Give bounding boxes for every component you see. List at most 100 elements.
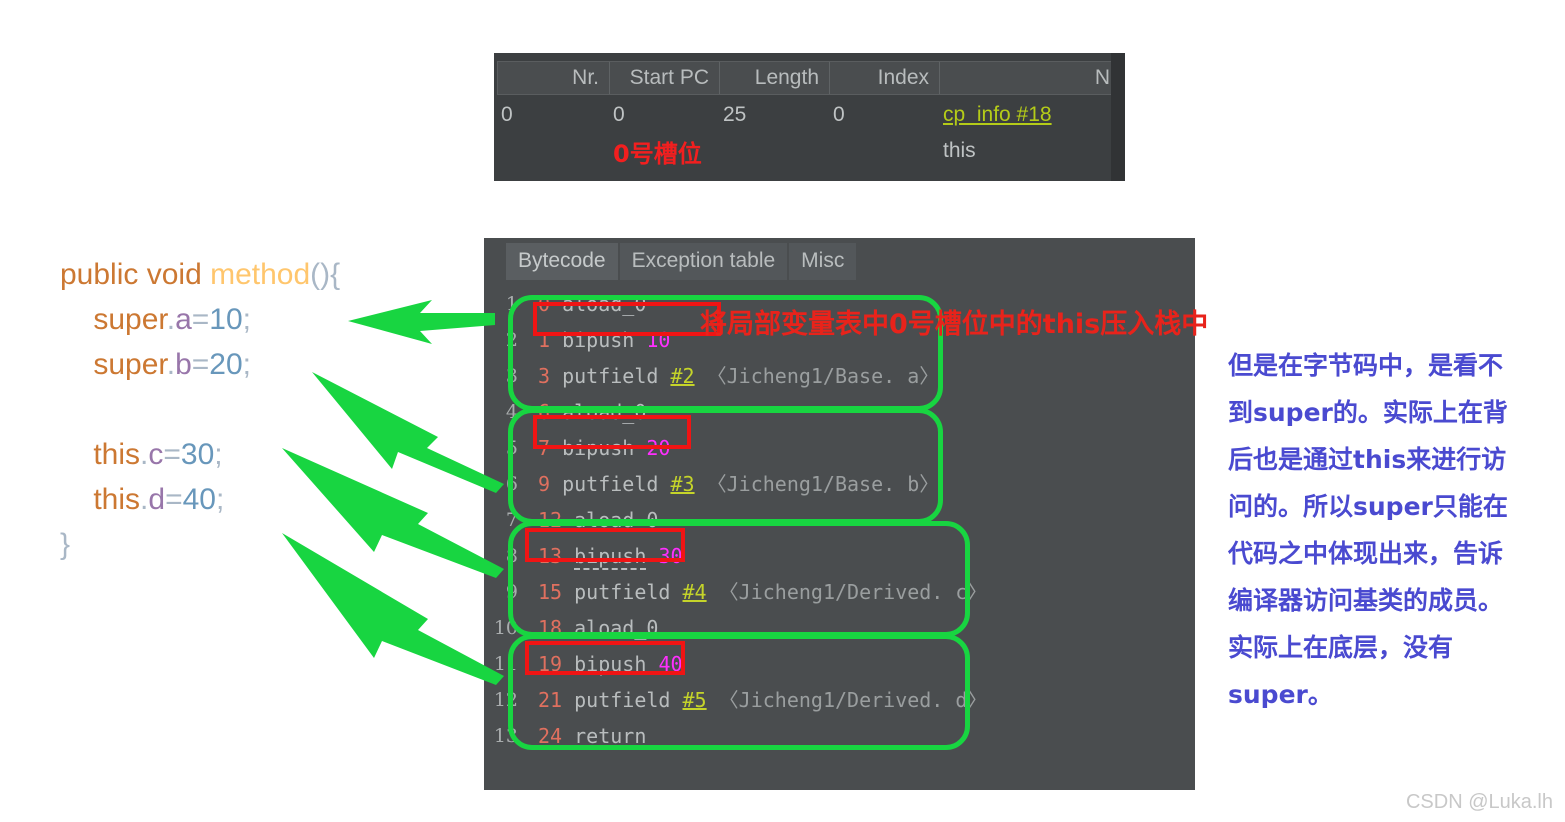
instruction-opcode: aload_0 [562,292,647,316]
gutter-line-number: 2 [505,329,518,351]
column-header-index[interactable]: Index [830,62,940,94]
code-token: } [60,528,71,561]
instruction-opcode: putfield [562,364,659,388]
source-line-7: } [60,522,440,567]
source-line-4 [60,387,440,432]
instruction-offset: 12 [538,508,563,532]
code-token: ; [242,348,252,381]
bytecode-instruction[interactable]: 21 putfield #5 〈Jicheng1/Derived. d〉 [526,682,1195,718]
code-token: . [166,348,176,381]
code-token: = [163,438,181,471]
gutter-line-number: 6 [505,473,518,495]
gutter-line-number: 5 [505,437,518,459]
code-token: a [175,303,192,336]
code-token: = [165,483,183,516]
instruction-literal: 40 [658,652,683,676]
instruction-offset: 0 [538,292,551,316]
instruction-offset: 19 [538,652,563,676]
constant-pool-ref[interactable]: #4 [683,580,707,604]
instruction-offset: 24 [538,724,563,748]
bytecode-instruction[interactable]: 15 putfield #4 〈Jicheng1/Derived. c〉 [526,574,1195,610]
column-header-start-pc[interactable]: Start PC [610,62,720,94]
constant-pool-ref[interactable]: #2 [670,364,694,388]
source-line-1: public void method(){ [60,252,440,297]
bytecode-instruction[interactable]: 18 aload_0 [526,610,1195,646]
code-token: b [175,348,192,381]
instruction-descriptor: 〈Jicheng1/Base. b〉 [706,472,940,496]
gutter-line-number: 3 [505,365,518,387]
constant-pool-ref[interactable]: #3 [670,472,694,496]
bytecode-instruction[interactable]: 7 bipush 20 [526,430,1195,466]
annotation-slot-label: 0号槽位 [613,139,702,168]
gutter-line-number: 9 [505,581,518,603]
bytecode-instruction[interactable]: 24 return [526,718,1195,754]
cell-nr: 0 [501,103,513,126]
code-token: 40 [182,483,216,516]
tab-exception-table[interactable]: Exception table [619,243,788,280]
code-token: public void [60,258,211,291]
bytecode-instruction[interactable]: 19 bipush 40 [526,646,1195,682]
source-line-3: super.b=20; [60,342,440,387]
code-token: this [93,483,141,516]
gutter-line-number: 13 [493,725,518,747]
source-line-6: this.d=40; [60,477,440,522]
instruction-descriptor: 〈Jicheng1/Base. a〉 [706,364,940,388]
instruction-offset: 13 [538,544,563,568]
code-token: 20 [209,348,243,381]
cp-info-link[interactable]: cp_info #18 [943,103,1052,126]
instruction-opcode: putfield [574,580,671,604]
code-token: 30 [180,438,215,471]
code-token: = [191,303,210,336]
instruction-opcode: putfield [574,688,671,712]
bytecode-instruction[interactable]: 12 aload_0 [526,502,1195,538]
bytecode-instruction[interactable]: 13 bipush 30 [526,538,1195,574]
cell-length: 25 [723,103,747,126]
bytecode-instruction-list: 0 aload_0 1 bipush 10 3 putfield #2 〈Jiche… [526,286,1195,754]
instruction-literal: 10 [646,328,671,352]
instruction-opcode: bipush [574,652,647,676]
instruction-offset: 7 [538,436,551,460]
instruction-literal: 20 [646,436,671,460]
source-line-5: this.c=30; [60,432,440,477]
instruction-opcode: bipush [574,544,647,570]
instruction-offset: 15 [538,580,563,604]
bytecode-instruction[interactable]: 3 putfield #2 〈Jicheng1/Base. a〉 [526,358,1195,394]
gutter-line-number: 7 [505,509,518,531]
code-token: = [191,348,210,381]
instruction-descriptor: 〈Jicheng1/Derived. d〉 [718,688,988,712]
cell-start-pc: 0 [613,103,625,126]
instruction-opcode: aload_0 [574,616,659,640]
local-variable-table-panel: Nr. Start PC Length Index N 0 0 25 0 cp_… [494,53,1124,181]
code-token: . [166,303,176,336]
instruction-offset: 18 [538,616,563,640]
column-header-name[interactable]: N [940,62,1120,94]
column-header-nr[interactable]: Nr. [498,62,610,94]
table-horizontal-scroll-strip[interactable] [1111,53,1125,181]
code-token: super [93,348,167,381]
instruction-offset: 21 [538,688,563,712]
code-token: ; [215,483,225,516]
line-number-gutter: 1 2 3 4 5 6 7 8 9 10 11 12 13 [484,286,526,790]
tab-misc[interactable]: Misc [789,243,857,280]
instruction-literal: 30 [658,544,683,568]
constant-pool-ref[interactable]: #5 [683,688,707,712]
bytecode-instruction[interactable]: 9 putfield #3 〈Jicheng1/Base. b〉 [526,466,1195,502]
instruction-descriptor: 〈Jicheng1/Derived. c〉 [718,580,988,604]
column-header-length[interactable]: Length [720,62,830,94]
code-token: super [93,303,167,336]
bytecode-code-area: 1 2 3 4 5 6 7 8 9 10 11 12 13 0 aload_0 1 bipush 10 3 … [484,286,1195,790]
bytecode-tab-bar: Bytecode Exception table Misc [484,242,858,280]
gutter-line-number: 4 [505,401,518,423]
csdn-watermark: CSDN @Luka.lh [1405,791,1553,813]
bytecode-instruction[interactable]: 6 aload_0 [526,394,1195,430]
table-row[interactable]: 0 0 25 0 cp_info #18 [497,97,1121,133]
instruction-opcode: aload_0 [574,508,659,532]
tab-bytecode[interactable]: Bytecode [506,243,618,280]
code-token: ; [214,438,223,471]
instruction-offset: 9 [538,472,551,496]
instruction-offset: 1 [538,328,551,352]
gutter-line-number: 1 [505,293,518,315]
cell-name-link[interactable]: cp_info #18 [939,103,1121,127]
